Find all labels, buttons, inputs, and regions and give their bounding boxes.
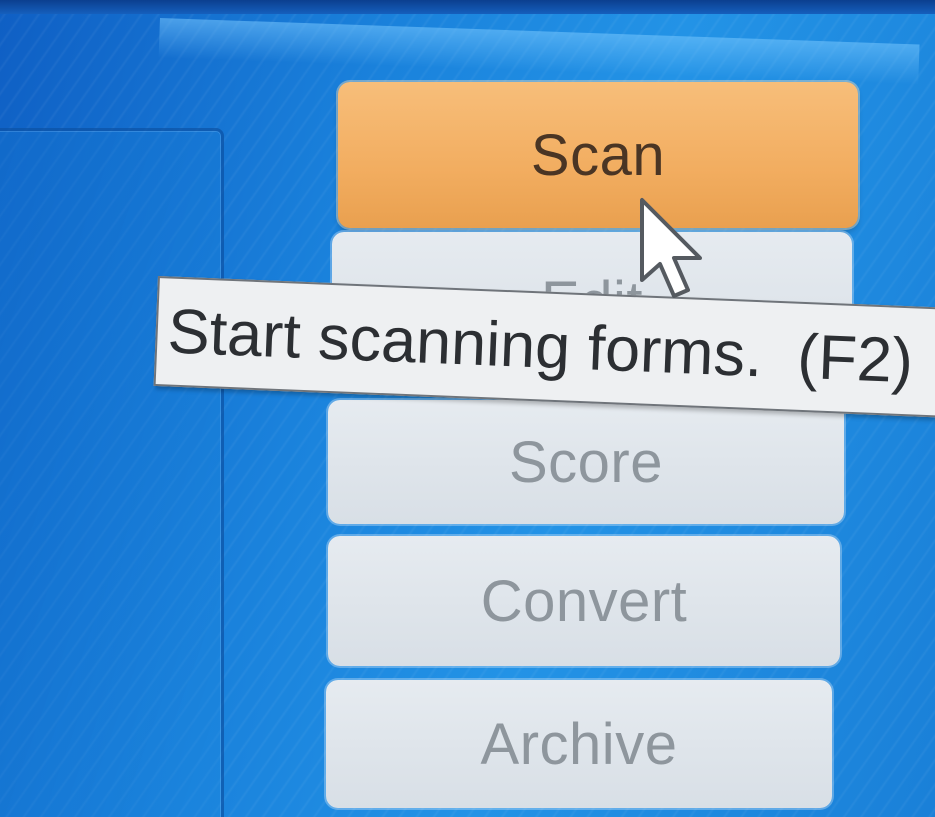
archive-button-label: Archive <box>480 711 678 777</box>
mouse-pointer-icon <box>640 198 702 298</box>
window-top-edge <box>0 0 935 14</box>
convert-button[interactable]: Convert <box>328 536 840 666</box>
score-button[interactable]: Score <box>328 400 844 524</box>
tooltip-text: Start scanning forms. (F2) <box>166 296 915 397</box>
scan-button[interactable]: Scan <box>338 82 858 228</box>
left-panel <box>0 128 224 817</box>
convert-button-label: Convert <box>480 568 688 634</box>
scan-button-label: Scan <box>530 122 666 188</box>
archive-button[interactable]: Archive <box>326 680 832 808</box>
window-header-highlight <box>158 18 920 85</box>
score-button-label: Score <box>508 429 663 495</box>
